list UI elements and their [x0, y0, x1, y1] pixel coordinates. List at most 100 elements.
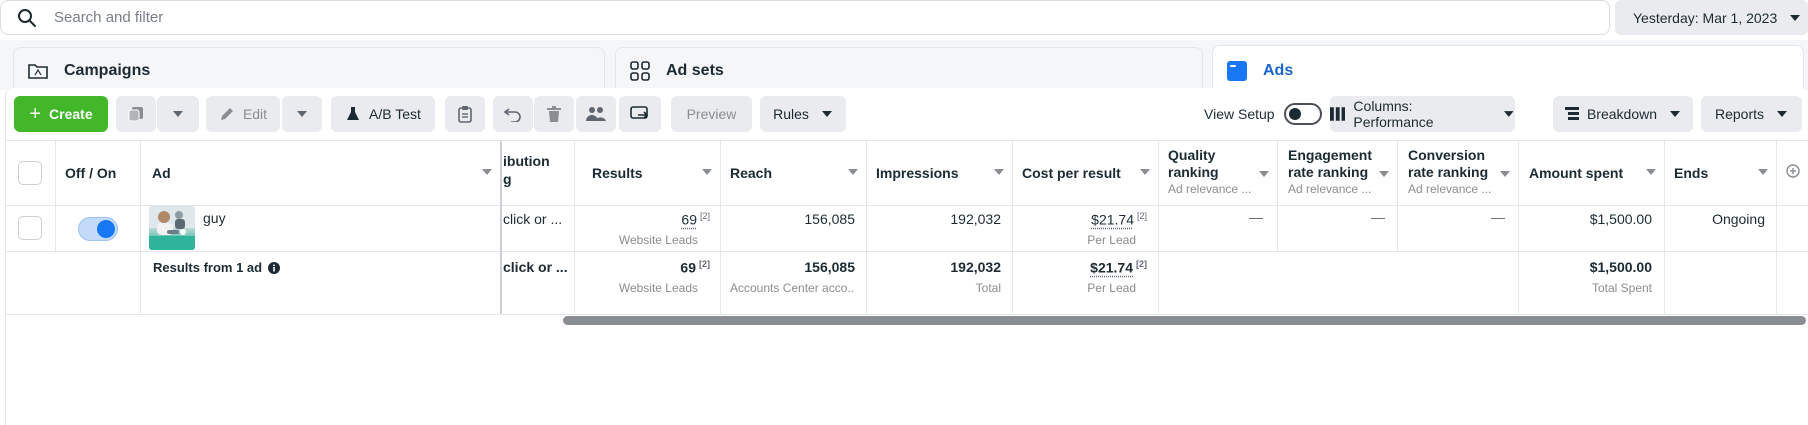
sort-caret-icon: [702, 169, 712, 175]
row-cost-ref: [2]: [1136, 211, 1147, 221]
delete-button[interactable]: [534, 96, 574, 132]
row-quality-ranking: —: [1249, 209, 1263, 225]
search-bar[interactable]: [0, 0, 1610, 35]
header-impressions[interactable]: Impressions: [876, 141, 1012, 205]
header-impressions-label: Impressions: [876, 165, 959, 181]
preview-button[interactable]: Preview: [671, 96, 752, 132]
header-reach-label: Reach: [730, 165, 773, 181]
info-icon[interactable]: [268, 261, 281, 274]
col-divider: [140, 141, 141, 314]
header-engagement-line1: Engagement: [1288, 147, 1373, 163]
edit-button[interactable]: Edit: [206, 96, 280, 132]
horizontal-scrollbar[interactable]: [563, 316, 1806, 325]
reports-button[interactable]: Reports: [1701, 96, 1802, 132]
duplicate-dropdown-button[interactable]: [157, 96, 199, 132]
summary-cost-value: $21.74: [1090, 259, 1133, 276]
row-attribution: click or ...: [503, 211, 563, 227]
tab-ad-sets[interactable]: Ad sets: [615, 47, 1203, 93]
summary-impressions-sub: Total: [975, 281, 1001, 295]
add-column-button[interactable]: [1786, 164, 1800, 178]
select-all-checkbox[interactable]: [18, 161, 42, 185]
row-checkbox[interactable]: [18, 216, 42, 240]
sort-caret-icon: [1758, 169, 1768, 175]
breakdown-button[interactable]: Breakdown: [1553, 96, 1693, 132]
date-range-label: Yesterday: Mar 1, 2023: [1633, 9, 1778, 26]
export-button[interactable]: [619, 96, 661, 132]
col-divider: [1277, 141, 1278, 251]
people-icon: [586, 107, 606, 121]
sort-caret-icon: [994, 169, 1004, 175]
folder-icon: [28, 63, 48, 79]
header-off-on[interactable]: Off / On: [65, 141, 140, 205]
ad-on-off-toggle[interactable]: [78, 217, 118, 241]
ad-thumbnail[interactable]: [149, 206, 195, 250]
plus-icon: +: [29, 103, 42, 125]
search-icon: [18, 8, 36, 27]
summary-results-sub: Website Leads: [618, 281, 698, 295]
ab-test-button-label: A/B Test: [369, 106, 421, 122]
tab-ad-sets-label: Ad sets: [666, 61, 724, 79]
caret-down-icon: [821, 111, 832, 117]
header-ends[interactable]: Ends: [1674, 141, 1776, 205]
edit-dropdown-button[interactable]: [282, 96, 322, 132]
date-range-picker[interactable]: Yesterday: Mar 1, 2023: [1615, 0, 1808, 35]
row-results-sub: Website Leads: [618, 233, 698, 247]
header-engagement-sub: Ad relevance ...: [1288, 182, 1372, 196]
header-conversion-ranking[interactable]: Conversion rate ranking Ad relevance ...: [1408, 147, 1518, 203]
summary-reach: 156,085: [804, 259, 855, 275]
summary-results-ref: [2]: [699, 259, 710, 269]
rules-button[interactable]: Rules: [760, 96, 846, 132]
toggle-knob: [1289, 108, 1301, 120]
row-impressions: 192,032: [950, 211, 1001, 227]
summary-label: Results from 1 ad: [153, 260, 263, 275]
row-engagement-ranking: —: [1371, 209, 1385, 225]
caret-down-icon: [1670, 111, 1681, 117]
view-setup-label: View Setup: [1204, 106, 1275, 122]
tab-campaigns[interactable]: Campaigns: [13, 47, 605, 93]
header-results[interactable]: Results: [592, 141, 720, 205]
preview-button-label: Preview: [686, 106, 737, 122]
table-row-border: [5, 251, 1808, 252]
caret-down-icon: [1777, 111, 1788, 117]
audience-button[interactable]: [576, 96, 616, 132]
sort-caret-icon: [1140, 169, 1150, 175]
header-amount-spent[interactable]: Amount spent: [1529, 141, 1664, 205]
frozen-column-divider: [500, 141, 502, 314]
header-reach[interactable]: Reach: [730, 141, 866, 205]
columns-button[interactable]: Columns: Performance: [1330, 96, 1515, 132]
col-divider: [55, 141, 56, 251]
ad-icon: [1227, 60, 1247, 81]
create-button-label: Create: [49, 106, 93, 122]
sort-caret-icon: [1646, 169, 1656, 175]
create-button[interactable]: + Create: [14, 96, 108, 132]
header-cost-per-result[interactable]: Cost per result: [1022, 141, 1158, 205]
duplicate-icon: [128, 107, 143, 122]
header-quality-ranking[interactable]: Quality ranking Ad relevance ...: [1168, 147, 1277, 203]
header-engagement-ranking[interactable]: Engagement rate ranking Ad relevance ...: [1288, 147, 1397, 203]
breakdown-button-label: Breakdown: [1586, 106, 1658, 122]
summary-reach-sub: Accounts Center acco...: [730, 281, 855, 295]
header-ad[interactable]: Ad: [152, 141, 500, 205]
row-results-value: 69: [681, 211, 697, 228]
rules-button-label: Rules: [773, 106, 809, 122]
sort-caret-icon: [482, 169, 492, 175]
reports-button-label: Reports: [1714, 106, 1765, 122]
summary-cost-per-result: $21.74 [2]: [1012, 259, 1147, 276]
clipboard-button[interactable]: [445, 96, 485, 132]
toggle-knob: [97, 220, 115, 238]
duplicate-button[interactable]: [116, 96, 156, 132]
breakdown-icon: [1564, 107, 1579, 120]
header-attribution[interactable]: ibution g: [503, 152, 574, 192]
ad-name[interactable]: guy: [203, 210, 226, 226]
flask-icon: [347, 107, 360, 120]
undo-button[interactable]: [493, 96, 533, 132]
caret-down-icon: [297, 111, 307, 117]
view-setup-toggle[interactable]: [1284, 103, 1322, 125]
search-input[interactable]: [54, 9, 954, 26]
ab-test-button[interactable]: A/B Test: [331, 96, 435, 132]
edit-button-label: Edit: [242, 106, 268, 122]
row-cost-sub: Per Lead: [1087, 233, 1136, 247]
columns-button-label: Columns: Performance: [1353, 98, 1434, 130]
header-off-on-label: Off / On: [65, 165, 117, 181]
summary-cost-sub: Per Lead: [1087, 281, 1136, 295]
